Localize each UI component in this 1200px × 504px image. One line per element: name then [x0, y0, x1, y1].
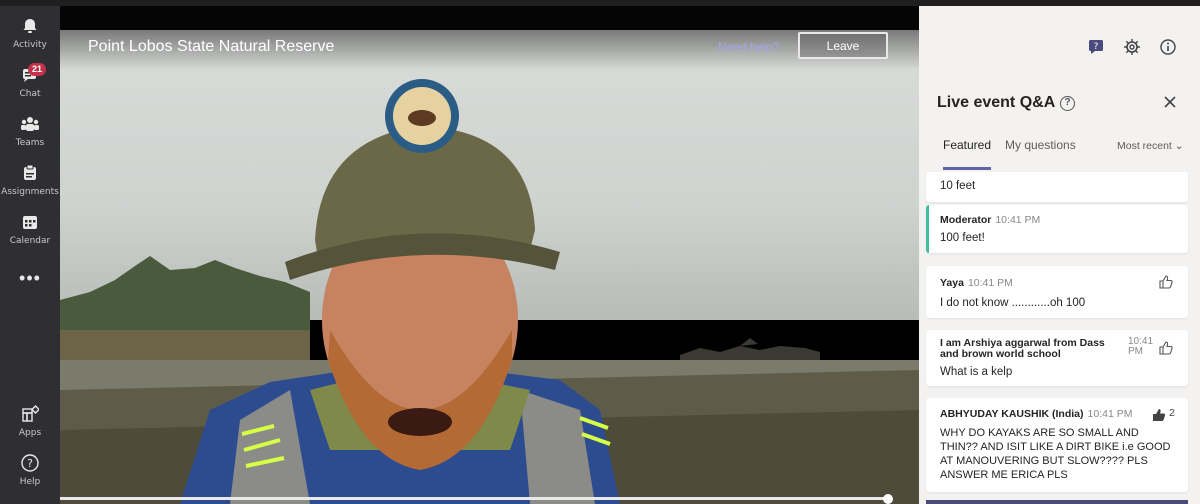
qa-time: 10:41 PM — [1128, 336, 1154, 357]
rail-item-assignments[interactable]: Assignments — [0, 161, 60, 207]
qa-tabs: Featured My questions Most recent ⌄ — [919, 136, 1200, 172]
qa-author-name: Moderator — [940, 214, 992, 226]
rail-label-activity: Activity — [13, 40, 47, 50]
qa-chat-icon[interactable]: ? — [1087, 38, 1105, 56]
qa-message: What is a kelp — [940, 366, 1013, 378]
qa-message: I do not know ............oh 100 — [940, 297, 1086, 309]
more-apps-button[interactable]: ••• — [0, 268, 60, 289]
like-count: 2 — [1169, 407, 1175, 419]
qa-card: I am Arshiya aggarwal from Dass and brow… — [926, 330, 1188, 386]
video-player[interactable]: Point Lobos State Natural Reserve Need h… — [60, 6, 919, 504]
svg-text:?: ? — [1094, 42, 1099, 52]
qa-message: WHY DO KAYAKS ARE SO SMALL AND THIN?? AN… — [940, 427, 1171, 481]
teams-icon — [20, 114, 40, 134]
qa-time: 10:41 PM — [967, 277, 1013, 289]
rail-label-help: Help — [19, 477, 41, 487]
qa-card: 10 feet — [926, 172, 1188, 202]
video-scene-art — [60, 79, 919, 504]
qa-help-icon[interactable]: ? — [1060, 96, 1075, 111]
teams-window: Activity 21 Chat Teams Assignments Calen… — [0, 0, 1200, 504]
need-help-link[interactable]: Need help? — [718, 40, 779, 54]
compose-bar — [926, 500, 1188, 504]
apps-icon — [20, 404, 40, 424]
rail-label-chat: Chat — [19, 89, 41, 99]
rail-label-teams: Teams — [15, 138, 45, 148]
sort-dropdown[interactable]: Most recent ⌄ — [1117, 140, 1184, 152]
bell-icon — [20, 16, 40, 36]
qa-message: 10 feet — [940, 180, 976, 192]
rail-item-teams[interactable]: Teams — [0, 112, 60, 158]
rail-item-help[interactable]: ? Help — [0, 451, 60, 497]
settings-gear-icon[interactable] — [1123, 38, 1141, 56]
panel-toolbar: ? — [919, 6, 1200, 76]
chevron-down-icon: ⌄ — [1174, 140, 1184, 152]
qa-card: ABHYUDAY KAUSHIK (India) 10:41 PM 2 WHY D… — [926, 398, 1188, 492]
leave-button[interactable]: Leave — [798, 32, 888, 59]
qa-message: 100 feet! — [940, 232, 985, 244]
rail-item-chat[interactable]: 21 Chat — [0, 63, 60, 109]
tab-my-questions[interactable]: My questions — [1005, 138, 1076, 152]
help-icon: ? — [20, 453, 40, 473]
progress-track — [60, 497, 888, 500]
chat-badge: 21 — [28, 63, 47, 76]
qa-author-name: Yaya — [940, 277, 964, 289]
qa-card-moderator: Moderator 10:41 PM 100 feet! — [926, 205, 1188, 253]
moderator-accent-bar — [926, 205, 929, 253]
qa-author: ABHYUDAY KAUSHIK (India) 10:41 PM — [940, 408, 1132, 420]
progress-knob[interactable] — [883, 494, 893, 504]
calendar-icon — [20, 212, 40, 232]
qa-panel: ? Live event Q&A ? Featured My questions… — [919, 6, 1200, 504]
video-frame — [60, 30, 919, 504]
rail-label-calendar: Calendar — [9, 236, 51, 246]
svg-text:?: ? — [27, 457, 33, 470]
rail-label-apps: Apps — [18, 428, 42, 438]
qa-time: 10:41 PM — [1087, 408, 1133, 420]
assignments-icon — [20, 163, 40, 183]
qa-author-name: ABHYUDAY KAUSHIK (India) — [940, 408, 1084, 420]
like-icon[interactable] — [1151, 407, 1167, 423]
sort-label: Most recent — [1117, 140, 1172, 152]
like-icon[interactable] — [1158, 274, 1174, 290]
active-tab-indicator — [943, 167, 991, 170]
event-title: Point Lobos State Natural Reserve — [88, 38, 335, 55]
qa-card: Yaya 10:41 PM I do not know ............o… — [926, 266, 1188, 318]
qa-author: Moderator 10:41 PM — [940, 214, 1040, 226]
qa-panel-title: Live event Q&A — [937, 94, 1056, 111]
qa-time: 10:41 PM — [995, 214, 1041, 226]
qa-author-name: I am Arshiya aggarwal from Dass and brow… — [940, 337, 1105, 360]
rail-item-activity[interactable]: Activity — [0, 14, 60, 60]
qa-feed[interactable]: 10 feet Moderator 10:41 PM 100 feet! Yaya… — [919, 172, 1200, 504]
rail-item-calendar[interactable]: Calendar — [0, 210, 60, 256]
rail-label-assignments: Assignments — [1, 187, 59, 197]
video-top-letterbox — [60, 6, 919, 30]
rail-item-apps[interactable]: Apps — [0, 402, 60, 448]
info-icon[interactable] — [1159, 38, 1177, 56]
close-icon[interactable] — [1162, 94, 1178, 110]
like-icon[interactable] — [1158, 340, 1174, 356]
qa-author: Yaya 10:41 PM — [940, 277, 1013, 289]
tab-featured[interactable]: Featured — [943, 138, 991, 152]
left-rail: Activity 21 Chat Teams Assignments Calen… — [0, 6, 60, 504]
video-progress-bar[interactable] — [60, 494, 919, 504]
